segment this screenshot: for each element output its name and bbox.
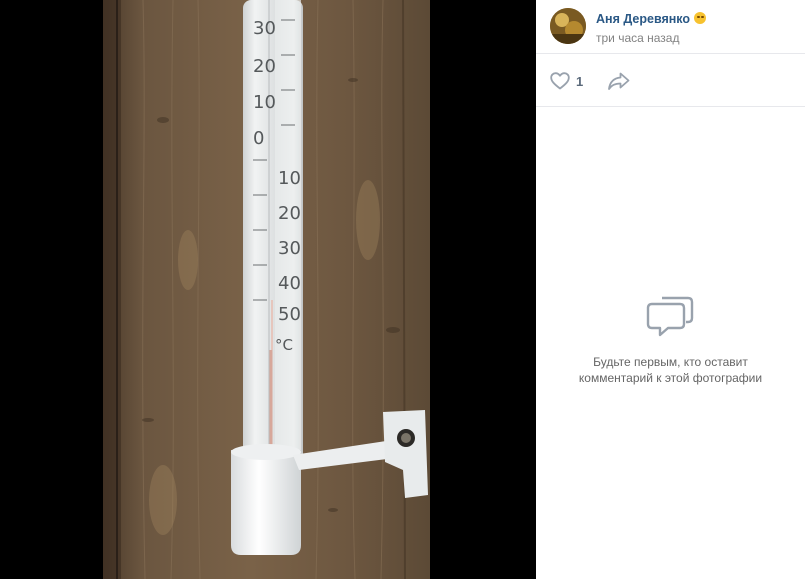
author-name-text[interactable]: Аня Деревянко (596, 12, 690, 26)
post-actions: 1 (536, 54, 805, 107)
comment-bubbles-icon (646, 296, 693, 337)
unit-label: °C (275, 336, 293, 354)
scale-label: 10 (253, 92, 276, 113)
post-time[interactable]: три часа назад (596, 31, 679, 45)
thermometer-photo: 30 20 10 0 10 20 30 40 50 °C (103, 0, 430, 579)
like-count: 1 (576, 73, 584, 89)
author-name[interactable]: Аня Деревянко (596, 12, 707, 26)
scale-label: 20 (253, 56, 276, 77)
scale-label: 10 (278, 168, 301, 189)
scale-label: 40 (278, 273, 301, 294)
scale-label: 30 (278, 238, 301, 259)
scale-label: 50 (278, 304, 301, 325)
post-info-panel: Аня Деревянко три часа назад 1 Будьте пе… (536, 0, 805, 579)
post-photo[interactable]: 30 20 10 0 10 20 30 40 50 °C (103, 0, 430, 579)
share-arrow-icon (608, 72, 630, 90)
scale-label: 30 (253, 18, 276, 39)
smile-emoji-icon (694, 12, 707, 24)
avatar-image (550, 8, 586, 44)
scale-label: 20 (278, 203, 301, 224)
heart-icon (550, 72, 570, 90)
comments-empty-text: Будьте первым, кто оставит комментарий к… (578, 355, 763, 385)
comments-empty-state: Будьте первым, кто оставит комментарий к… (536, 292, 805, 386)
share-button[interactable] (607, 71, 631, 91)
post-header: Аня Деревянко три часа назад (536, 0, 805, 54)
avatar[interactable] (550, 8, 586, 44)
scale-label: 0 (253, 128, 264, 149)
photo-viewer: 30 20 10 0 10 20 30 40 50 °C (0, 0, 536, 579)
like-button[interactable]: 1 (550, 71, 583, 91)
